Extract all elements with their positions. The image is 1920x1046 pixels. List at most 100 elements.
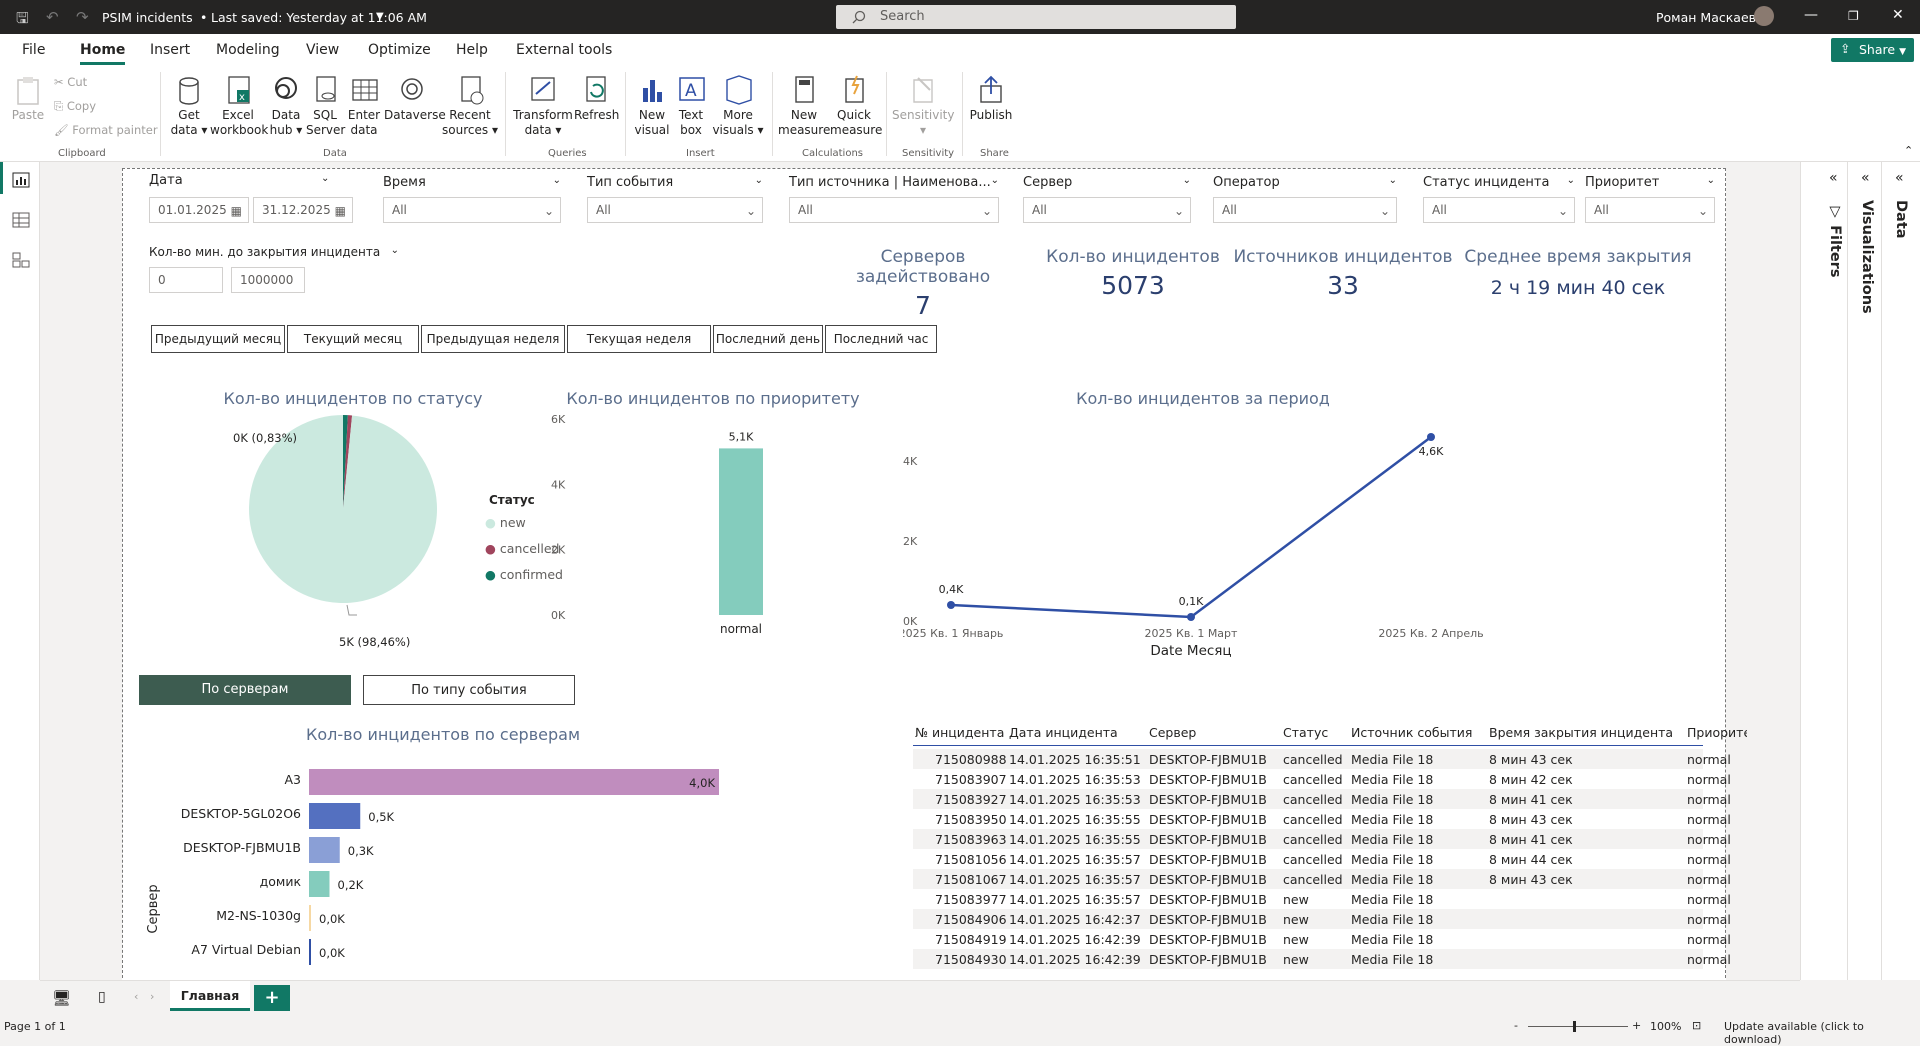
table-view-icon[interactable]	[12, 212, 30, 228]
save-icon[interactable]: 🖫	[16, 8, 29, 33]
report-view-icon[interactable]	[12, 172, 30, 188]
recent-sources-button[interactable]: Recent sources ▾	[442, 74, 498, 138]
copy-button[interactable]: ⎘ Copy	[54, 99, 96, 114]
avatar[interactable]	[1754, 6, 1774, 26]
text-box-button[interactable]: A Text box	[672, 74, 710, 138]
calendar-icon[interactable]: ▦	[335, 204, 346, 218]
title-dropdown-icon[interactable]: ▼	[376, 11, 384, 22]
minutes-to-input[interactable]: 1000000	[231, 267, 305, 293]
minutes-from-input[interactable]: 0	[149, 267, 223, 293]
dataverse-button[interactable]: Dataverse	[384, 74, 446, 123]
column-header[interactable]: Дата инцидента	[1009, 725, 1118, 740]
table-row[interactable]: 715084906 14.01.2025 16:42:37 DESKTOP-FJBM…	[913, 909, 1731, 929]
enter-data-button[interactable]: Enter data	[346, 74, 382, 138]
btn-current-week[interactable]: Текущая неделя	[567, 325, 711, 353]
expand-filters-icon[interactable]: «	[1829, 170, 1838, 186]
collapse-ribbon-icon[interactable]: ⌃	[1904, 144, 1913, 157]
close-icon[interactable]: ✕	[1892, 7, 1904, 23]
excel-workbook-button[interactable]: x Excel workbook	[210, 74, 268, 138]
tab-file[interactable]: File	[22, 42, 45, 58]
mobile-layout-icon[interactable]: ▯	[98, 989, 106, 1005]
column-header[interactable]: № инцидента	[915, 725, 1004, 740]
chevron-down-icon[interactable]: ⌄	[1183, 175, 1191, 186]
time-dropdown[interactable]: All ⌄	[383, 197, 561, 223]
btn-current-month[interactable]: Текущий месяц	[287, 325, 419, 353]
data-pane-tab[interactable]: Data	[1893, 200, 1909, 239]
update-notice[interactable]: Update available (click to download)	[1724, 1020, 1920, 1046]
btn-last-day[interactable]: Последний день	[713, 325, 823, 353]
paste-button[interactable]: Paste	[10, 74, 46, 123]
column-header[interactable]: Статус	[1283, 725, 1328, 740]
publish-button[interactable]: Publish	[966, 74, 1016, 123]
tab-main-page[interactable]: Главная	[170, 981, 250, 1011]
tab-external-tools[interactable]: External tools	[516, 42, 612, 58]
expand-data-icon[interactable]: «	[1895, 170, 1904, 186]
minimize-icon[interactable]: —	[1804, 7, 1818, 23]
operator-dropdown[interactable]: All ⌄	[1213, 197, 1397, 223]
new-visual-button[interactable]: New visual	[632, 74, 672, 138]
chevron-down-icon[interactable]: ⌄	[1707, 175, 1715, 186]
btn-prev-month[interactable]: Предыдущий месяц	[151, 325, 285, 353]
table-row[interactable]: 715083977 14.01.2025 16:35:57 DESKTOP-FJBM…	[913, 889, 1731, 909]
server-dropdown[interactable]: All ⌄	[1023, 197, 1191, 223]
visualizations-pane-tab[interactable]: Visualizations	[1859, 200, 1875, 314]
prev-page-icon[interactable]: ‹	[134, 990, 138, 1003]
undo-icon[interactable]: ↶	[46, 8, 59, 26]
tab-insert[interactable]: Insert	[150, 42, 190, 58]
table-row[interactable]: 715081056 14.01.2025 16:35:57 DESKTOP-FJBM…	[913, 849, 1731, 869]
add-page-button[interactable]: +	[254, 985, 290, 1011]
chevron-down-icon[interactable]: ⌄	[991, 175, 999, 186]
table-row[interactable]: 715081067 14.01.2025 16:35:57 DESKTOP-FJBM…	[913, 869, 1731, 889]
get-data-button[interactable]: Get data ▾	[170, 74, 208, 138]
event-type-dropdown[interactable]: All ⌄	[587, 197, 763, 223]
table-row[interactable]: 715084930 14.01.2025 16:42:39 DESKTOP-FJBM…	[913, 949, 1731, 969]
format-painter-button[interactable]: 🖌 Format painter	[54, 123, 158, 137]
table-row[interactable]: 715083927 14.01.2025 16:35:53 DESKTOP-FJBM…	[913, 789, 1731, 809]
chevron-down-icon[interactable]: ⌄	[391, 245, 399, 256]
toggle-by-event[interactable]: По типу события	[363, 675, 575, 705]
chevron-down-icon[interactable]: ⌄	[1389, 175, 1397, 186]
quick-measure-button[interactable]: Quick measure	[830, 74, 882, 138]
zoom-slider-thumb[interactable]	[1573, 1021, 1576, 1032]
column-header[interactable]: Источник события	[1351, 725, 1472, 740]
column-header[interactable]: Приоритет	[1687, 725, 1747, 740]
cut-button[interactable]: ✂ Cut	[54, 75, 87, 89]
table-row[interactable]: 715083907 14.01.2025 16:35:53 DESKTOP-FJBM…	[913, 769, 1731, 789]
priority-dropdown[interactable]: All ⌄	[1585, 197, 1715, 223]
more-visuals-button[interactable]: More visuals ▾	[712, 74, 764, 138]
filters-pane-tab[interactable]: ▽ Filters	[1827, 204, 1843, 277]
btn-prev-week[interactable]: Предыдущая неделя	[421, 325, 565, 353]
column-header[interactable]: Время закрытия инцидента	[1489, 725, 1673, 740]
chevron-down-icon[interactable]: ⌄	[755, 175, 763, 186]
tab-help[interactable]: Help	[456, 42, 488, 58]
tab-home[interactable]: Home	[80, 42, 126, 65]
date-from-input[interactable]: 01.01.2025 ▦	[149, 197, 249, 223]
restore-icon[interactable]: ❐	[1848, 9, 1859, 23]
tab-optimize[interactable]: Optimize	[368, 42, 431, 58]
chevron-down-icon[interactable]: ⌄	[1567, 175, 1575, 186]
table-row[interactable]: 715084919 14.01.2025 16:42:39 DESKTOP-FJBM…	[913, 929, 1731, 949]
search-box[interactable]: Search	[836, 5, 1236, 29]
sensitivity-button[interactable]: Sensitivity ▾	[892, 74, 954, 138]
status-dropdown[interactable]: All ⌄	[1423, 197, 1575, 223]
tab-modeling[interactable]: Modeling	[216, 42, 280, 58]
data-hub-button[interactable]: Data hub ▾	[268, 74, 304, 138]
calendar-icon[interactable]: ▦	[231, 204, 242, 218]
date-to-input[interactable]: 31.12.2025 ▦	[253, 197, 353, 223]
chevron-down-icon[interactable]: ⌄	[553, 175, 561, 186]
table-row[interactable]: 715083963 14.01.2025 16:35:55 DESKTOP-FJBM…	[913, 829, 1731, 849]
redo-icon[interactable]: ↷	[76, 8, 89, 26]
column-header[interactable]: Сервер	[1149, 725, 1196, 740]
source-type-dropdown[interactable]: All ⌄	[789, 197, 999, 223]
share-button[interactable]: ⇪ Share ▼	[1831, 38, 1914, 62]
next-page-icon[interactable]: ›	[150, 990, 154, 1003]
btn-last-hour[interactable]: Последний час	[825, 325, 937, 353]
chevron-down-icon[interactable]: ⌄	[321, 173, 329, 184]
table-row[interactable]: 715080988 14.01.2025 16:35:51 DESKTOP-FJBM…	[913, 749, 1731, 769]
zoom-slider[interactable]	[1528, 1026, 1628, 1027]
new-measure-button[interactable]: New measure	[778, 74, 830, 138]
fit-to-page-icon[interactable]: ⊡	[1692, 1019, 1701, 1032]
toggle-by-server[interactable]: По серверам	[139, 675, 351, 705]
desktop-layout-icon[interactable]: 🖥	[52, 989, 71, 1007]
zoom-out-icon[interactable]: -	[1514, 1019, 1518, 1032]
